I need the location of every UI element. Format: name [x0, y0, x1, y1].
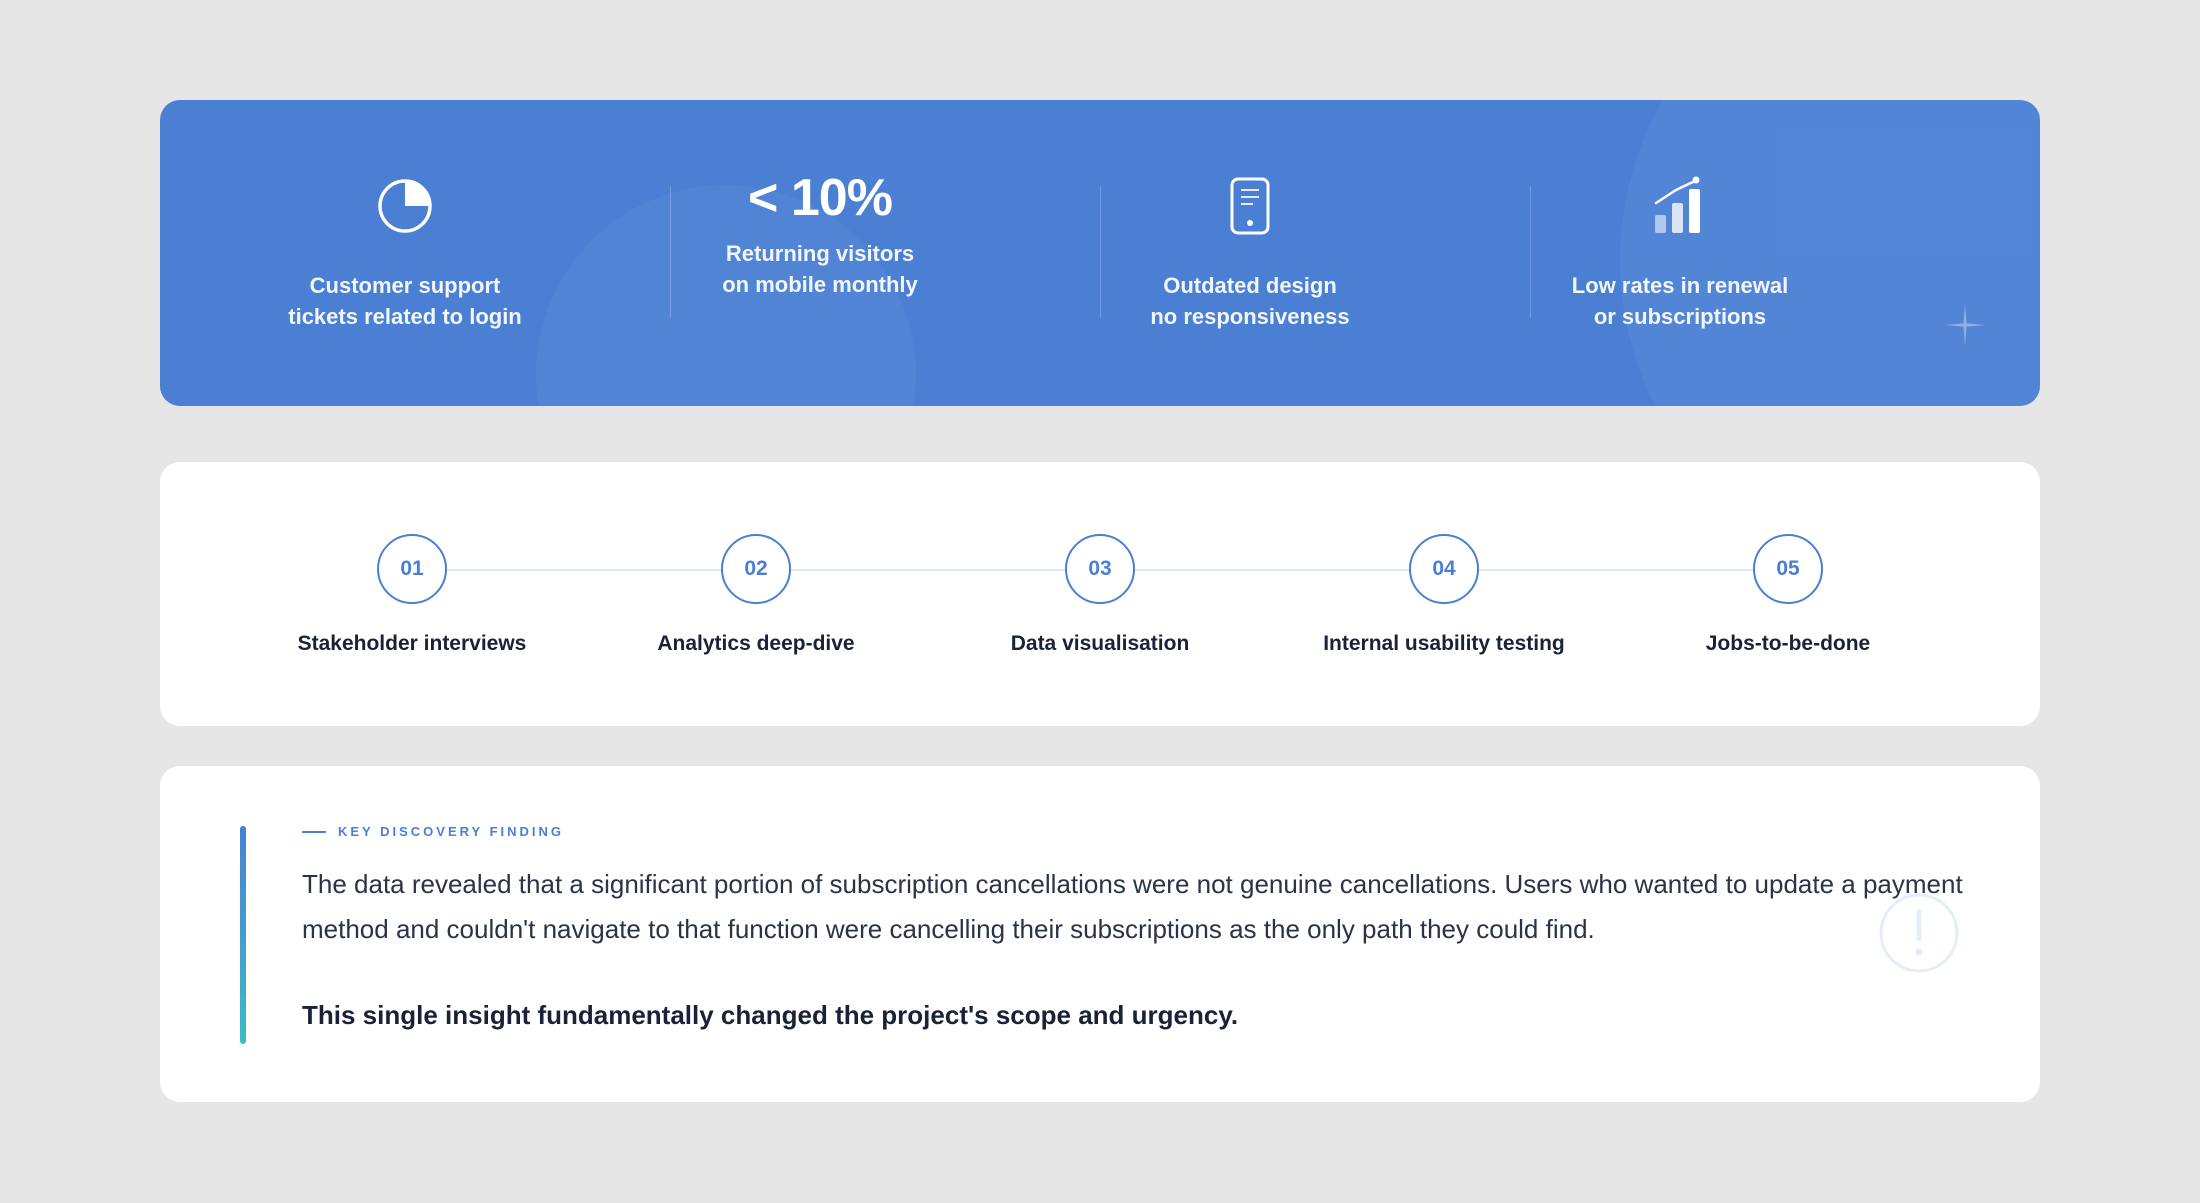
stat-label: Returning visitors on mobile monthly	[722, 241, 918, 297]
step-number: 02	[721, 534, 791, 604]
stat-label: Outdated design no responsiveness	[1150, 273, 1350, 329]
stat-outdated-design: Outdated design no responsiveness	[1035, 100, 1465, 406]
stat-value: < 10%	[748, 169, 893, 227]
step-item: 01 Stakeholder interviews	[262, 534, 562, 656]
step-label: Internal usability testing	[1323, 632, 1565, 655]
step-label: Analytics deep-dive	[657, 632, 855, 655]
mobile-phone-icon	[1228, 176, 1272, 241]
step-number: 03	[1065, 534, 1135, 604]
eyebrow-text: KEY DISCOVERY FINDING	[338, 824, 565, 839]
stat-returning-visitors: < 10% Returning visitors on mobile month…	[605, 100, 1035, 406]
finding-emphasis: This single insight fundamentally change…	[302, 1000, 1239, 1030]
finding-body: The data revealed that a significant por…	[302, 869, 1963, 944]
step-item: 04 Internal usability testing	[1294, 534, 1594, 656]
step-item: 05 Jobs-to-be-done	[1638, 534, 1938, 656]
step-item: 03 Data visualisation	[950, 534, 1250, 656]
eyebrow: KEY DISCOVERY FINDING	[302, 824, 564, 839]
exclamation-circle-icon	[1878, 892, 1960, 974]
step-label: Jobs-to-be-done	[1705, 632, 1871, 655]
step-number: 04	[1409, 534, 1479, 604]
stats-banner: Customer support tickets related to logi…	[160, 100, 2040, 406]
eyebrow-line	[302, 830, 326, 833]
sparkle-icon	[1940, 300, 1990, 350]
step-label: Data visualisation	[1010, 632, 1190, 655]
step-number: 01	[377, 534, 447, 604]
step-label: Stakeholder interviews	[297, 632, 527, 655]
key-finding-card: KEY DISCOVERY FINDING The data revealed …	[160, 766, 2040, 1102]
stat-label: Low rates in renewal or subscriptions	[1571, 273, 1789, 329]
pie-chart-icon	[376, 177, 434, 240]
stat-low-renewal: Low rates in renewal or subscriptions	[1465, 100, 1895, 406]
process-steps: 01 Stakeholder interviews 02 Analytics d…	[160, 462, 2040, 726]
step-number: 05	[1753, 534, 1823, 604]
bar-chart-growth-icon	[1650, 175, 1710, 242]
step-item: 02 Analytics deep-dive	[606, 534, 906, 656]
accent-bar	[240, 826, 246, 1044]
stat-login-tickets: Customer support tickets related to logi…	[190, 100, 620, 406]
stat-label: Customer support tickets related to logi…	[288, 273, 522, 329]
